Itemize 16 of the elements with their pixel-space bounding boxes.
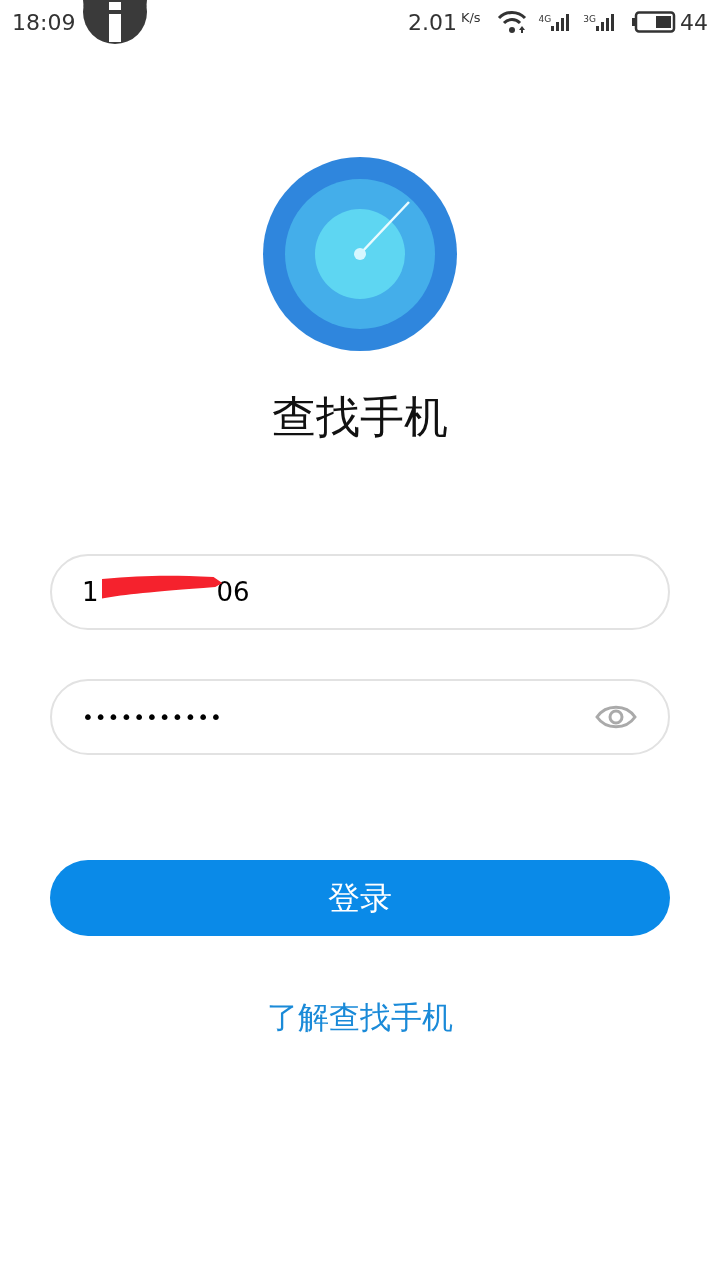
signal-icon [596, 13, 616, 31]
phone-field[interactable]: 1 06 [50, 554, 670, 630]
password-field[interactable]: ••••••••••• [50, 679, 670, 755]
app-title: 查找手机 [272, 390, 448, 444]
radar-logo-icon [263, 157, 457, 351]
battery-level: 44 [680, 8, 708, 37]
network-type: 4G [538, 15, 552, 24]
speed-unit: K/s [460, 9, 481, 27]
wifi-icon [496, 10, 527, 34]
signal-icon [551, 13, 572, 31]
network-speed: 2.01 [407, 8, 457, 37]
battery-icon [632, 11, 676, 33]
status-time: 18:09 [12, 8, 76, 37]
network-type: 3G [583, 15, 596, 24]
learn-more-link[interactable]: 了解查找手机 [267, 994, 453, 1041]
login-button[interactable]: 登录 [50, 860, 670, 936]
